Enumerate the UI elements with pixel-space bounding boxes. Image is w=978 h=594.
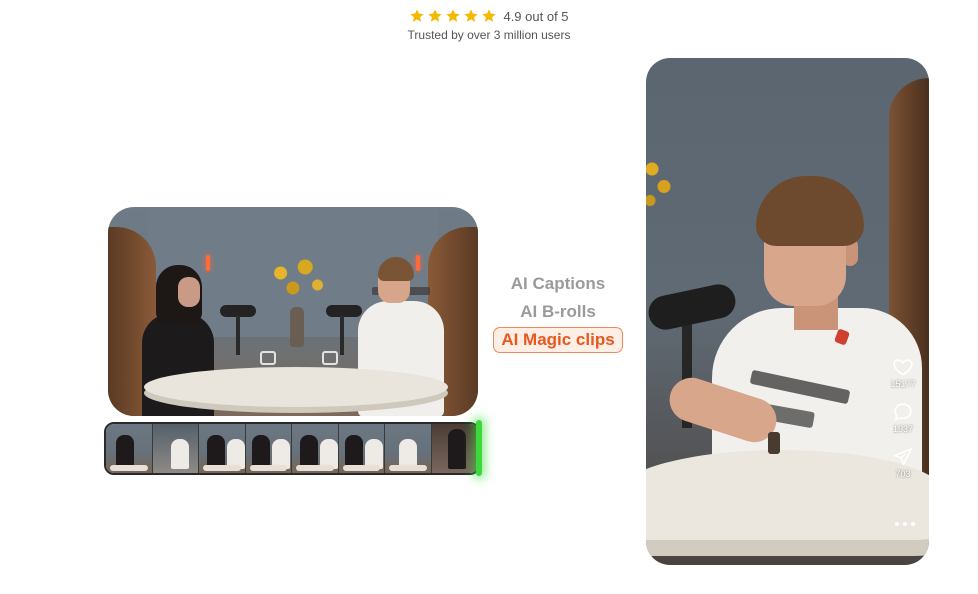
more-icon[interactable]: [895, 520, 915, 528]
wristwatch: [768, 432, 780, 454]
feature-list: AI Captions AI B-rolls AI Magic clips: [488, 270, 628, 353]
rating-row: 4.9 out of 5: [0, 6, 978, 26]
timeline-frame: [199, 424, 246, 473]
timeline-frame: [292, 424, 339, 473]
rating-header: 4.9 out of 5 Trusted by over 3 million u…: [0, 6, 978, 43]
guest-hair: [756, 176, 864, 246]
vertical-video[interactable]: 15177 1937 703: [646, 58, 929, 565]
share-icon[interactable]: [892, 446, 914, 468]
like-count: 15177: [890, 379, 916, 389]
like-action[interactable]: 15177: [890, 356, 916, 390]
round-table: [144, 367, 448, 407]
star-icon: [410, 9, 425, 22]
timeline-playhead[interactable]: [476, 420, 482, 476]
comment-icon[interactable]: [892, 401, 914, 423]
timeline-frame: [106, 424, 153, 473]
timeline-frame: [338, 424, 385, 473]
timeline-frame: [385, 424, 432, 473]
comment-count: 1937: [892, 424, 914, 434]
feature-ai-magic-clips[interactable]: AI Magic clips: [493, 327, 623, 353]
star-rating: [409, 8, 497, 24]
vase: [290, 307, 304, 347]
timeline-filmstrip[interactable]: [104, 422, 480, 475]
landscape-video[interactable]: [108, 207, 478, 416]
star-icon: [428, 9, 443, 22]
microphone: [326, 305, 362, 317]
comment-action[interactable]: 1937: [892, 401, 914, 435]
share-count: 703: [895, 469, 911, 479]
heart-icon[interactable]: [892, 356, 914, 378]
star-icon: [482, 9, 497, 22]
star-icon: [464, 9, 479, 22]
timeline-frame: [431, 424, 478, 473]
share-action[interactable]: 703: [892, 446, 914, 480]
feature-ai-b-rolls[interactable]: AI B-rolls: [488, 298, 628, 326]
star-icon: [446, 9, 461, 22]
flower-arrangement: [646, 148, 680, 218]
flower-arrangement: [256, 249, 338, 309]
microphone: [646, 281, 739, 333]
timeline-frame: [245, 424, 292, 473]
social-actions: 15177 1937 703: [885, 356, 921, 491]
timeline-frame: [152, 424, 199, 473]
glass: [260, 351, 276, 365]
glass: [322, 351, 338, 365]
rating-score: 4.9 out of 5: [503, 8, 569, 24]
feature-ai-captions[interactable]: AI Captions: [488, 270, 628, 298]
trusted-text: Trusted by over 3 million users: [407, 28, 571, 42]
